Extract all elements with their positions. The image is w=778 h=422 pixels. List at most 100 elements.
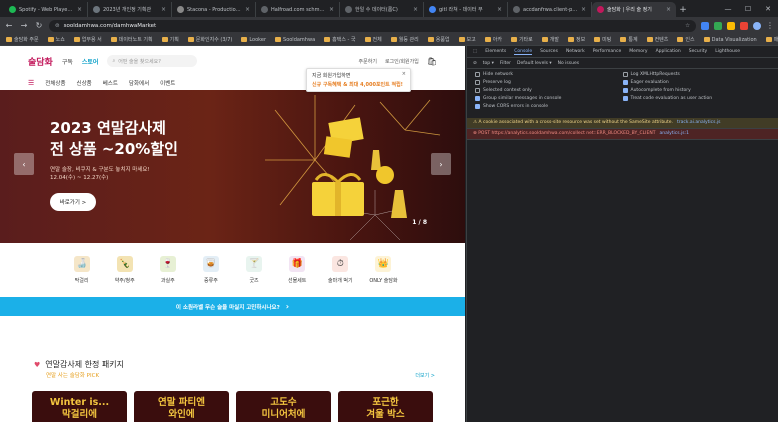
header-login-link[interactable]: 로그인/회원가입 xyxy=(385,58,419,65)
tab-close-icon[interactable]: × xyxy=(245,6,250,13)
devtools-tab[interactable]: Memory xyxy=(629,49,647,54)
category-item[interactable]: 🍶 막걸리 xyxy=(62,256,102,296)
category-item[interactable]: 👑 ONLY 술담화 xyxy=(363,256,403,296)
forward-icon[interactable]: → xyxy=(19,21,29,30)
devtools-tab[interactable]: Sources xyxy=(540,49,558,54)
browser-tab[interactable]: 술담화 | 우리 술 정기 × xyxy=(592,2,676,17)
checkbox[interactable] xyxy=(622,96,628,101)
bookmark-item[interactable]: 개발 xyxy=(541,36,559,43)
header-link-subscribe[interactable]: 구독 xyxy=(62,57,73,66)
checkbox[interactable] xyxy=(475,88,480,93)
nav-item[interactable]: 담화에서 xyxy=(129,79,149,87)
extension-icon[interactable] xyxy=(714,21,722,30)
bookmark-star-icon[interactable]: ☆ xyxy=(685,23,690,29)
console-setting[interactable]: Hide network xyxy=(475,72,623,77)
banner-prev-button[interactable]: ‹ xyxy=(14,153,34,175)
bookmark-item[interactable]: 매일 xyxy=(765,36,778,43)
devtools-tab[interactable]: Performance xyxy=(593,49,622,54)
minimize-button[interactable]: — xyxy=(718,0,738,17)
browser-tab[interactable]: 한일 수 데이터(롬C) × xyxy=(340,2,424,17)
browser-tab[interactable]: 2023년 개인정 기획관 × xyxy=(88,2,172,17)
bookmark-item[interactable]: 문화인지수 (3/7) xyxy=(187,36,232,43)
browser-tab[interactable]: Stacona - Production II × xyxy=(172,2,256,17)
bookmark-item[interactable]: 전체 xyxy=(364,36,382,43)
browser-tab[interactable]: gitl 라쳐 - 데이터 부 × xyxy=(424,2,508,17)
tab-close-icon[interactable]: × xyxy=(581,6,586,13)
close-window-button[interactable]: ✕ xyxy=(758,0,778,17)
extension-icon[interactable] xyxy=(740,21,748,30)
checkbox[interactable] xyxy=(622,80,628,85)
clear-console-icon[interactable]: ⊘ xyxy=(473,61,477,66)
devtools-tab[interactable]: Lighthouse xyxy=(715,49,740,54)
reload-icon[interactable]: ↻ xyxy=(34,21,44,30)
browser-tab[interactable]: Spotify - Web Player: M × xyxy=(4,2,88,17)
bookmark-item[interactable]: 인스 xyxy=(677,36,695,43)
bookmark-item[interactable]: 컨텐츠 xyxy=(646,36,668,43)
console-setting[interactable]: Eager evaluation xyxy=(622,80,771,85)
package-card[interactable]: Winter is... 막걸리에 xyxy=(32,391,127,422)
devtools-tab[interactable]: Security xyxy=(689,49,707,54)
console-setting[interactable]: Log XMLHttpRequests xyxy=(622,72,771,77)
address-bar[interactable]: ⊜ sooldamhwa.com/damhwaMarket ☆ xyxy=(49,19,696,32)
back-icon[interactable]: ← xyxy=(4,21,14,30)
search-input[interactable]: ⌕ 어떤 술을 찾으세요? xyxy=(107,55,198,67)
header-order-link[interactable]: 주문하기 xyxy=(359,58,377,65)
bookmark-item[interactable]: 미팅 xyxy=(594,36,611,43)
package-card[interactable]: 포근한 겨울 박스 xyxy=(338,391,433,422)
menu-dots-icon[interactable]: ⋮ xyxy=(766,21,774,30)
profile-avatar[interactable] xyxy=(753,21,761,30)
promo-banner[interactable]: 2023 연말감사제 전 상품 ~20%할인 연말 술장, 비쿠지 & 구분도 … xyxy=(0,90,465,243)
bookmark-item[interactable]: 업무용 서 xyxy=(73,36,102,43)
extension-icon[interactable] xyxy=(727,21,735,30)
console-setting[interactable]: Group similar messages in console xyxy=(475,96,623,101)
category-item[interactable]: ⏱ 술마개 벅기 xyxy=(320,256,360,296)
bookmark-item[interactable]: 기타로 xyxy=(510,36,533,43)
section-more-link[interactable]: 더보기 > xyxy=(415,372,435,379)
checkbox[interactable] xyxy=(475,96,480,101)
bookmark-item[interactable]: 보고 xyxy=(458,36,476,43)
bookmark-item[interactable]: 정보 xyxy=(567,36,585,43)
cart-icon[interactable]: 🛍 xyxy=(427,57,437,66)
nav-item[interactable]: 신상품 xyxy=(77,79,92,87)
checkbox[interactable] xyxy=(622,72,628,77)
banner-next-button[interactable]: › xyxy=(431,153,451,175)
bookmark-item[interactable]: Looker xyxy=(241,37,266,43)
devtools-tab[interactable]: Console xyxy=(514,49,533,55)
extension-icon[interactable] xyxy=(701,21,709,30)
browser-tab[interactable]: accdanfrwa.client-prod × xyxy=(508,2,592,17)
tab-close-icon[interactable]: × xyxy=(497,6,502,13)
nav-item[interactable]: 이벤트 xyxy=(160,79,175,87)
checkbox[interactable] xyxy=(475,104,480,109)
package-card[interactable]: 연말 파티엔 와인에 xyxy=(134,391,229,422)
console-setting[interactable]: Selected context only xyxy=(475,88,623,93)
category-item[interactable]: 🎁 선물세트 xyxy=(277,256,317,296)
bookmark-item[interactable]: 기획 xyxy=(161,36,179,43)
bookmark-item[interactable]: 월등 관리 xyxy=(390,36,419,43)
tab-close-icon[interactable]: × xyxy=(77,6,82,13)
bookmark-item[interactable]: Data Visualization xyxy=(703,37,757,43)
nav-item[interactable]: 베스트 xyxy=(103,79,118,87)
category-item[interactable]: 🍷 과실주 xyxy=(148,256,188,296)
console-setting[interactable]: Autocomplete from history xyxy=(622,88,771,93)
nav-item[interactable]: 전체상품 xyxy=(45,79,65,87)
category-item[interactable]: 🍸 굿즈 xyxy=(234,256,274,296)
category-menu-icon[interactable]: ☰ xyxy=(28,79,34,87)
site-logo[interactable]: 술담화 xyxy=(28,55,53,68)
site-info-icon[interactable]: ⊜ xyxy=(55,23,60,29)
tab-close-icon[interactable]: × xyxy=(666,6,671,13)
bookmark-item[interactable]: 용품업 xyxy=(427,36,450,43)
bookmark-item[interactable]: 노쇼 xyxy=(47,36,65,43)
tab-close-icon[interactable]: × xyxy=(413,6,418,13)
new-tab-button[interactable]: + xyxy=(676,2,690,17)
console-bar-item[interactable]: top ▾ xyxy=(483,61,494,66)
console-setting[interactable] xyxy=(623,104,771,109)
package-card[interactable]: 고도수 미니어처에 xyxy=(236,391,331,422)
console-message[interactable]: ⊗ POST https://analytics.sooldamhwa.com/… xyxy=(467,129,778,140)
console-setting[interactable]: Treat code evaluation as user action xyxy=(622,96,771,101)
bookmark-item[interactable]: 통계 xyxy=(620,36,638,43)
message-source-link[interactable]: analytics.js:1 xyxy=(659,131,689,136)
tab-close-icon[interactable]: × xyxy=(329,6,334,13)
bookmark-item[interactable]: 아카 xyxy=(484,36,502,43)
popup-close-icon[interactable]: × xyxy=(402,71,406,77)
banner-cta-button[interactable]: 바로가기 > xyxy=(50,193,96,211)
